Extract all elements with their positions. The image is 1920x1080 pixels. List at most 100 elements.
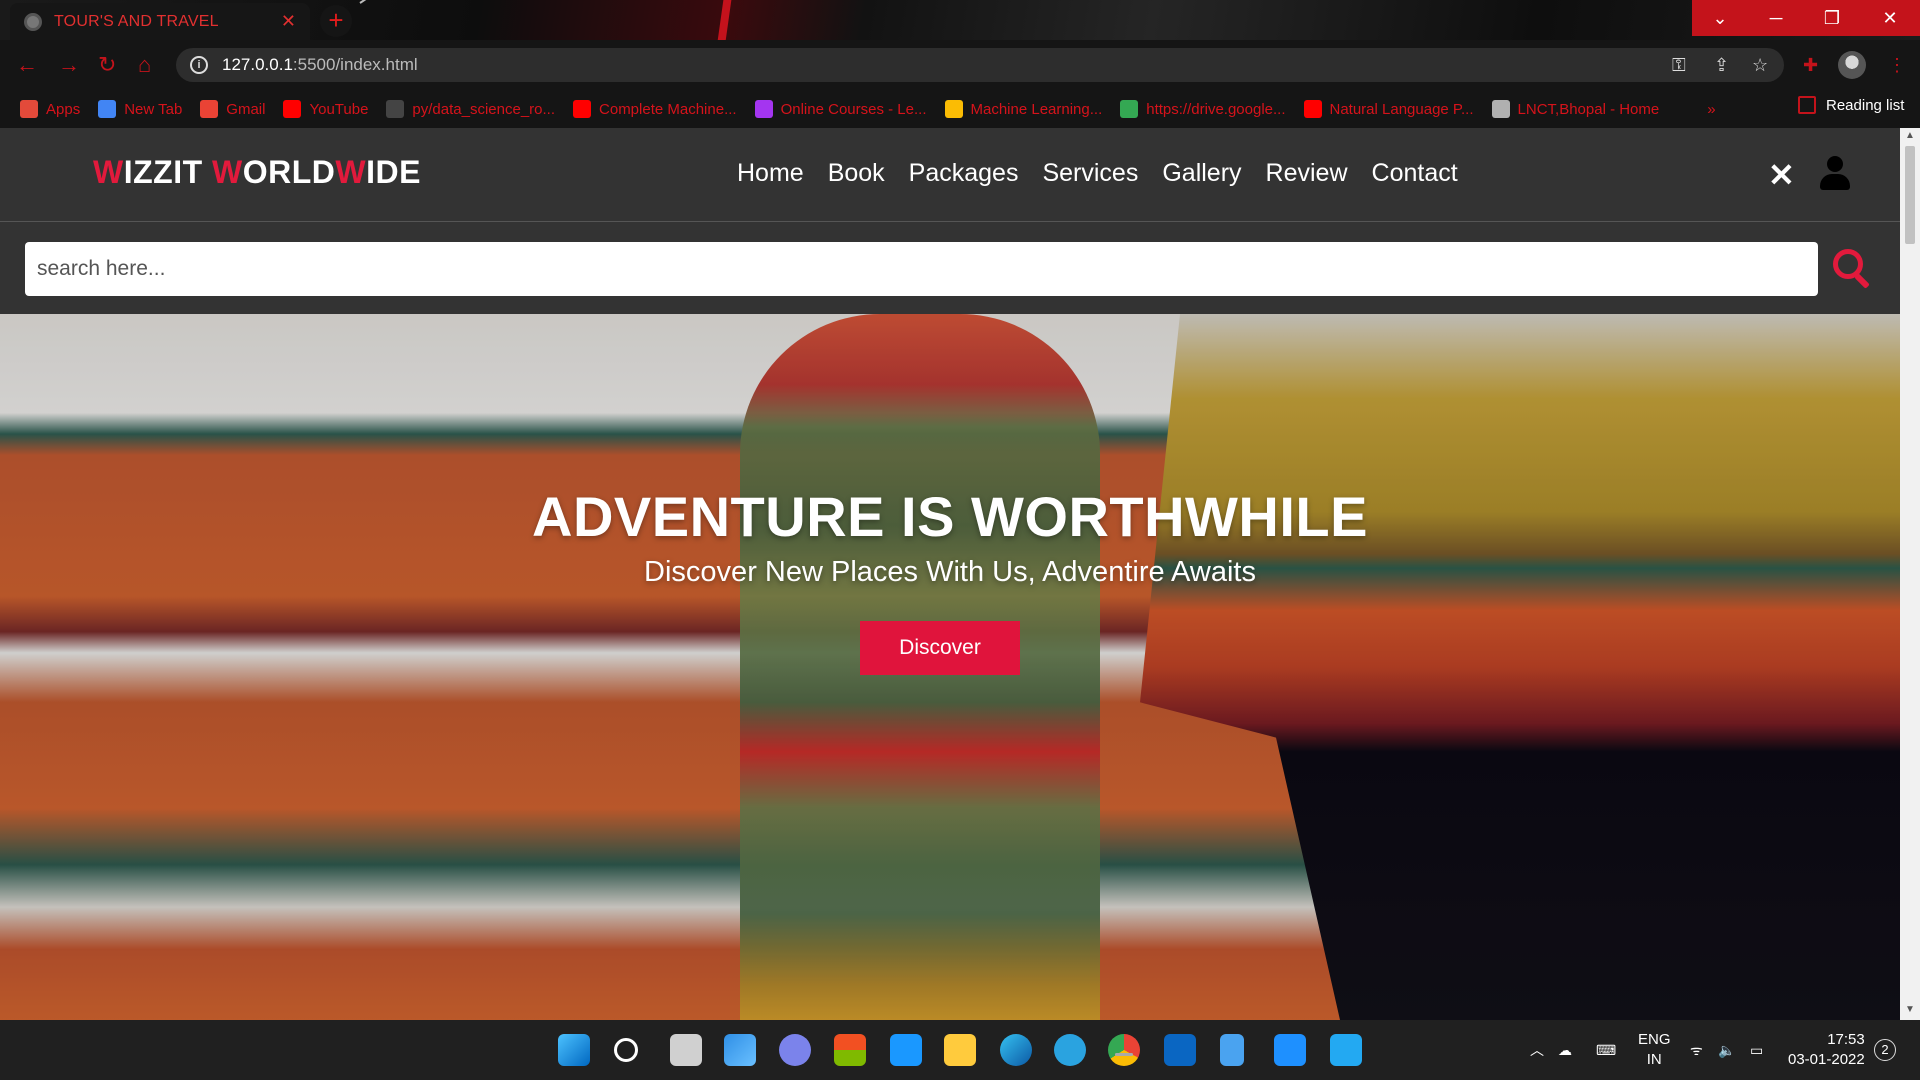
main-nav: Home Book Packages Services Gallery Revi… <box>737 159 1458 188</box>
github-icon <box>386 100 405 118</box>
restore-button[interactable]: ❐ <box>1804 0 1860 36</box>
tab-close-icon[interactable]: ✕ <box>281 11 296 32</box>
site-info-icon[interactable]: i <box>190 56 208 74</box>
vscode-icon[interactable] <box>1330 1034 1362 1066</box>
bookmark-item[interactable]: New Tab <box>98 100 182 118</box>
profile-avatar[interactable] <box>1838 51 1866 79</box>
nav-home[interactable]: Home <box>737 159 804 188</box>
scroll-up-icon[interactable]: ▲ <box>1905 130 1915 141</box>
telegram-icon[interactable] <box>1054 1034 1086 1066</box>
youtube-icon <box>1303 100 1322 118</box>
apps-grid-icon <box>20 100 38 118</box>
address-bar[interactable]: i 127.0.0.1:5500/index.html <box>176 48 1784 82</box>
nav-review[interactable]: Review <box>1266 159 1348 188</box>
search-input[interactable] <box>25 242 1818 296</box>
share-icon[interactable]: ⇪ <box>1714 55 1729 76</box>
youtube-icon <box>283 100 302 118</box>
page-scrollbar[interactable]: ▲ ▼ <box>1900 128 1920 1020</box>
gmail-icon <box>200 100 219 118</box>
mail-icon[interactable] <box>1274 1034 1306 1066</box>
bookmark-item[interactable]: YouTube <box>283 100 368 118</box>
scroll-down-icon[interactable]: ▼ <box>1905 1004 1915 1015</box>
browser-tab[interactable]: TOUR'S AND TRAVEL ✕ <box>10 3 310 40</box>
site-header: WIZZIT WORLDWIDE Home Book Packages Serv… <box>0 128 1900 222</box>
menu-kebab-icon[interactable]: ⋮ <box>1888 55 1906 76</box>
forward-arrow-icon[interactable]: → <box>58 53 80 77</box>
nav-book[interactable]: Book <box>828 159 885 188</box>
touch-keyboard-icon[interactable]: ⌨ <box>1596 1020 1616 1080</box>
close-search-icon[interactable]: ✕ <box>1768 156 1795 194</box>
bookmark-item[interactable]: Machine Learning... <box>944 100 1102 118</box>
edge-icon[interactable] <box>1000 1034 1032 1066</box>
bookmark-star-icon[interactable]: ☆ <box>1752 55 1768 76</box>
reading-list-icon <box>1798 96 1816 114</box>
file-explorer-icon[interactable] <box>944 1034 976 1066</box>
start-icon[interactable] <box>558 1034 590 1066</box>
tab-favicon-icon <box>24 12 42 31</box>
wifi-icon[interactable]: ᯤ <box>1690 1020 1703 1080</box>
hero-subtitle: Discover New Places With Us, Adventire A… <box>644 556 1256 588</box>
nav-contact[interactable]: Contact <box>1372 159 1458 188</box>
google-icon <box>98 100 117 118</box>
browser-toolbar: ← → ↻ ⌂ i 127.0.0.1:5500/index.html ⚿ ⇪ … <box>0 40 1920 90</box>
prime-video-icon[interactable] <box>890 1034 922 1066</box>
back-arrow-icon[interactable]: ← <box>16 53 38 77</box>
battery-icon[interactable]: ▭ <box>1750 1020 1763 1080</box>
system-clock[interactable]: 17:53 03-01-2022 <box>1788 1030 1865 1070</box>
discover-button[interactable]: Discover <box>860 621 1020 675</box>
hero-title: ADVENTURE IS WORTHWHILE <box>532 485 1368 548</box>
nav-gallery[interactable]: Gallery <box>1162 159 1241 188</box>
nav-packages[interactable]: Packages <box>909 159 1019 188</box>
reload-icon[interactable]: ↻ <box>98 53 116 77</box>
extensions-puzzle-icon[interactable]: ✚ <box>1803 55 1818 76</box>
minimize-button[interactable]: ─ <box>1748 0 1804 36</box>
show-hidden-icons-chevron-icon[interactable]: ︿ <box>1530 1020 1544 1080</box>
windows-taskbar <box>0 1020 1920 1080</box>
close-window-button[interactable]: ✕ <box>1860 0 1920 36</box>
url-text: 127.0.0.1:5500/index.html <box>222 55 418 74</box>
udemy-icon <box>754 100 773 118</box>
scrollbar-thumb[interactable] <box>1905 146 1915 244</box>
bookmark-item[interactable]: Complete Machine... <box>573 100 737 118</box>
lnct-icon <box>1491 100 1510 118</box>
chrome-icon[interactable] <box>1108 1034 1140 1066</box>
more-bookmarks-button[interactable]: » <box>1707 101 1715 118</box>
reading-list-button[interactable]: Reading list <box>1798 96 1904 114</box>
youtube-icon <box>573 100 592 118</box>
password-key-icon[interactable]: ⚿ <box>1672 55 1686 76</box>
home-icon[interactable]: ⌂ <box>138 53 151 77</box>
search-bar <box>0 222 1900 314</box>
nav-services[interactable]: Services <box>1042 159 1138 188</box>
active-app-indicator <box>1115 1053 1133 1056</box>
search-icon[interactable] <box>614 1038 638 1062</box>
bookmark-item[interactable]: py/data_science_ro... <box>386 100 555 118</box>
wallpaper-streak <box>359 0 427 4</box>
tab-search-chevron-icon[interactable]: ⌄ <box>1692 0 1748 36</box>
web-page: WIZZIT WORLDWIDE Home Book Packages Serv… <box>0 128 1900 1020</box>
tab-title: TOUR'S AND TRAVEL <box>54 12 219 30</box>
teams-chat-icon[interactable] <box>779 1034 811 1066</box>
drive-icon <box>1120 100 1139 118</box>
user-icon[interactable] <box>1820 156 1850 190</box>
bookmark-item[interactable]: Apps <box>20 100 80 118</box>
bookmark-item[interactable]: Online Courses - Le... <box>754 100 927 118</box>
store-icon[interactable] <box>834 1034 866 1066</box>
bookmark-item[interactable]: Gmail <box>200 100 265 118</box>
user-icon-head <box>1827 156 1843 172</box>
widgets-icon[interactable] <box>724 1034 756 1066</box>
bookmark-item[interactable]: https://drive.google... <box>1120 100 1286 118</box>
search-icon[interactable] <box>1833 249 1873 289</box>
notepad-icon[interactable] <box>1220 1034 1244 1066</box>
site-logo[interactable]: WIZZIT WORLDWIDE <box>93 154 421 191</box>
volume-icon[interactable]: 🔈 <box>1718 1020 1735 1080</box>
new-tab-button[interactable]: + <box>320 5 352 37</box>
bookmark-item[interactable]: LNCT,Bhopal - Home <box>1491 100 1659 118</box>
input-language-indicator[interactable]: ENG IN <box>1638 1030 1671 1070</box>
task-view-icon[interactable] <box>670 1034 702 1066</box>
hero-section: ADVENTURE IS WORTHWHILE Discover New Pla… <box>0 314 1900 1020</box>
bookmark-item[interactable]: Natural Language P... <box>1303 100 1474 118</box>
search-icon-handle <box>1854 273 1870 289</box>
onedrive-cloud-icon[interactable]: ☁ <box>1558 1020 1572 1080</box>
linkedin-icon[interactable] <box>1164 1034 1196 1066</box>
notification-badge[interactable]: 2 <box>1874 1039 1896 1061</box>
